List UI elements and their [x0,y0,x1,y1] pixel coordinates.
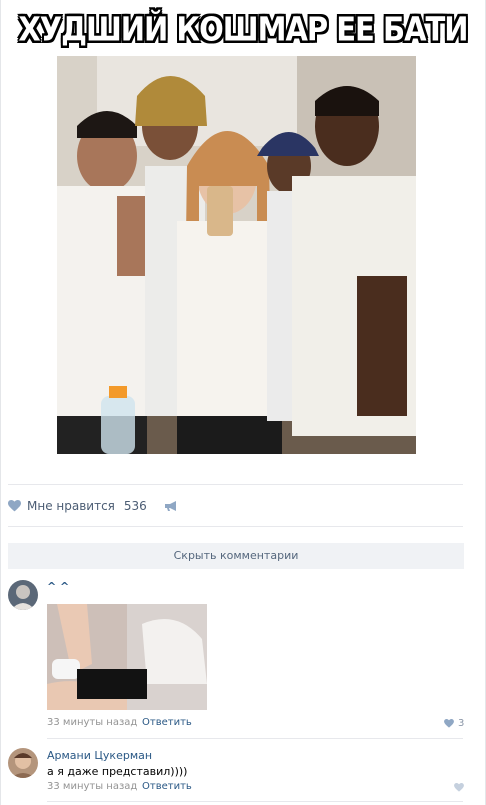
megaphone-share-icon [164,501,176,511]
divider [47,738,463,739]
like-count: 536 [123,499,147,513]
post-actions: Мне нравится 536 [8,497,178,515]
avatar-image [8,748,38,778]
post-image[interactable]: ХУДШИЙ КОШМАР ЕЕ БАТИ [0,0,486,470]
comment-author[interactable]: ^ ^ [47,580,69,593]
hide-comments-button[interactable]: Скрыть комментарии [8,543,464,569]
reply-button[interactable]: Ответить [142,717,192,728]
comment-text: а я даже представил)))) [47,765,188,778]
heart-icon [8,500,21,512]
photo [57,56,416,454]
divider [8,484,463,485]
comment-time[interactable]: 33 минуты назад [47,781,137,792]
photo-illustration [57,56,416,454]
comment-photo [47,604,207,710]
comment-time[interactable]: 33 минуты назад [47,717,137,728]
reply-button[interactable]: Ответить [142,781,192,792]
avatar[interactable] [8,580,38,610]
comment-image[interactable] [47,604,207,710]
like-button[interactable]: Мне нравится 536 [8,499,147,513]
divider [47,801,463,802]
share-button[interactable] [164,500,178,512]
heart-icon [454,783,464,792]
avatar[interactable] [8,748,38,778]
heart-icon [444,719,454,728]
comment-like-count: 3 [458,718,465,729]
divider [8,526,463,527]
comment-author[interactable]: Армани Цукерман [47,749,152,762]
like-label: Мне нравится [27,499,115,513]
comment-like-button[interactable] [454,783,464,792]
avatar-image [8,580,38,610]
meme-caption: ХУДШИЙ КОШМАР ЕЕ БАТИ [18,9,468,49]
comment-like-button[interactable]: 3 [444,718,464,729]
